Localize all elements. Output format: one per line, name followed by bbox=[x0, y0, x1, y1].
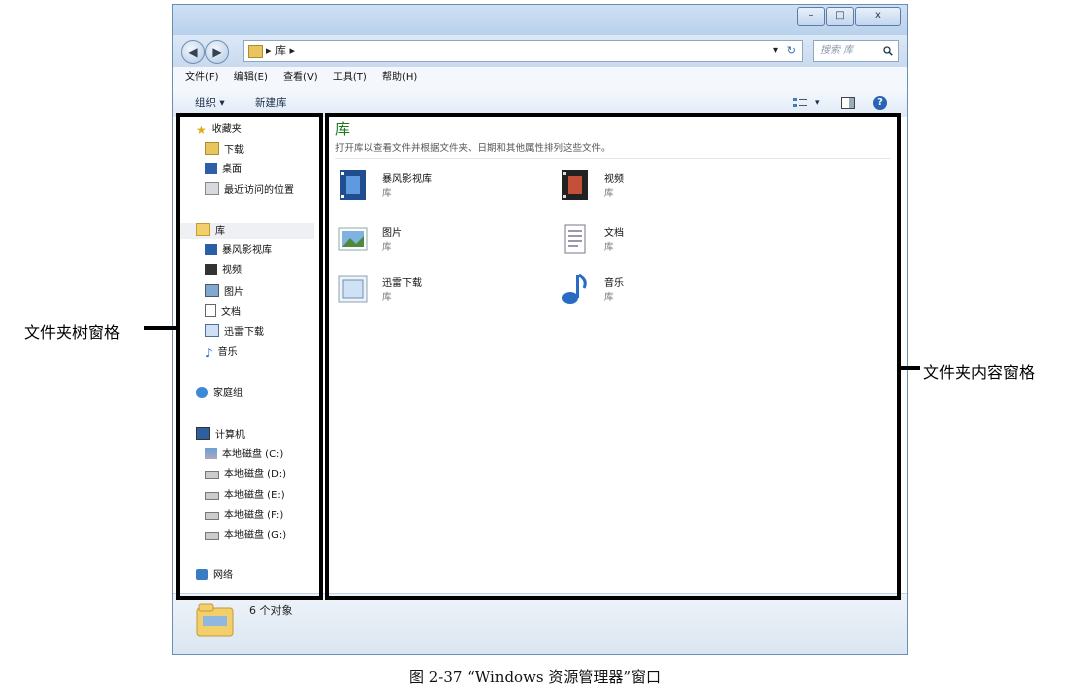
download-folder-icon bbox=[205, 324, 219, 337]
magnifier-icon[interactable] bbox=[883, 46, 893, 56]
drive-icon bbox=[205, 471, 219, 479]
menu-tools[interactable]: 工具(T) bbox=[333, 72, 367, 83]
downloads-icon bbox=[205, 142, 219, 155]
drive-icon bbox=[205, 512, 219, 520]
picture-icon bbox=[338, 227, 368, 251]
libraries-icon bbox=[196, 223, 210, 236]
title-bar: – □ x bbox=[173, 5, 907, 35]
tree-item-documents[interactable]: 文档 bbox=[205, 304, 241, 320]
search-placeholder: 搜索 库 bbox=[820, 45, 854, 56]
video-library-icon bbox=[340, 170, 366, 200]
tree-item-computer[interactable]: 计算机 bbox=[196, 427, 245, 443]
download-folder-icon bbox=[338, 275, 368, 303]
minimize-button[interactable]: – bbox=[797, 7, 825, 26]
tree-item-pictures[interactable]: 图片 bbox=[205, 284, 244, 300]
network-icon bbox=[196, 569, 208, 580]
address-bar[interactable]: ▸ 库 ▸ ▾ ↻ bbox=[243, 40, 803, 62]
details-pane: 6 个对象 bbox=[173, 593, 907, 654]
callout-content-pane: 文件夹内容窗格 bbox=[923, 363, 1036, 382]
menu-view[interactable]: 查看(V) bbox=[283, 72, 318, 83]
library-item-pictures[interactable]: 图片 库 bbox=[336, 222, 536, 262]
address-path: ▸ 库 ▸ bbox=[266, 44, 296, 57]
view-options-icon[interactable] bbox=[793, 97, 807, 109]
figure-caption: 图 2-37 “Windows 资源管理器”窗口 bbox=[408, 668, 662, 686]
system-drive-icon bbox=[205, 448, 217, 459]
preview-pane-icon[interactable] bbox=[841, 97, 855, 109]
tree-item-homegroup[interactable]: 家庭组 bbox=[196, 386, 243, 402]
callout-tree-pane: 文件夹树窗格 bbox=[24, 323, 121, 342]
drive-icon bbox=[205, 532, 219, 540]
page-description: 打开库以查看文件并根据文件夹、日期和其他属性排列这些文件。 bbox=[335, 143, 611, 154]
library-item-video-library[interactable]: 暴风影视库 库 bbox=[336, 168, 536, 208]
divider bbox=[335, 158, 891, 159]
document-icon bbox=[205, 304, 216, 317]
tree-item-network[interactable]: 网络 bbox=[196, 568, 233, 584]
library-item-videos[interactable]: 视频 库 bbox=[558, 168, 758, 208]
callout-line-right bbox=[898, 366, 920, 370]
music-icon: ♪ bbox=[205, 346, 213, 360]
library-item-documents[interactable]: 文档 库 bbox=[558, 222, 758, 262]
navigation-bar: ◀ ▶ ▸ 库 ▸ ▾ ↻ 搜索 库 bbox=[173, 35, 907, 67]
video-icon bbox=[205, 264, 217, 275]
star-icon: ★ bbox=[196, 123, 207, 137]
libraries-folder-icon bbox=[196, 603, 234, 637]
tree-item-drive-c[interactable]: 本地磁盘 (C:) bbox=[205, 447, 283, 463]
tree-item-recent-places[interactable]: 最近访问的位置 bbox=[205, 182, 294, 198]
tree-item-music[interactable]: ♪ 音乐 bbox=[205, 345, 238, 361]
search-input[interactable]: 搜索 库 bbox=[813, 40, 899, 62]
library-item-music[interactable]: 音乐 库 bbox=[558, 272, 758, 312]
tree-item-videos[interactable]: 视频 bbox=[205, 263, 242, 279]
menu-bar: 文件(F) 编辑(E) 查看(V) 工具(T) 帮助(H) bbox=[173, 67, 907, 90]
back-button[interactable]: ◀ bbox=[181, 40, 205, 64]
help-button[interactable]: ? bbox=[873, 96, 887, 110]
address-dropdown[interactable]: ▾ bbox=[773, 41, 778, 61]
tree-item-desktop[interactable]: 桌面 bbox=[205, 162, 242, 178]
drive-icon bbox=[205, 492, 219, 500]
video-icon bbox=[562, 170, 588, 200]
status-text: 6 个对象 bbox=[249, 604, 293, 617]
tree-item-drive-e[interactable]: 本地磁盘 (E:) bbox=[205, 488, 285, 504]
page-title: 库 bbox=[335, 120, 351, 138]
tree-item-drive-g[interactable]: 本地磁盘 (G:) bbox=[205, 528, 286, 544]
video-library-icon bbox=[205, 244, 217, 255]
forward-button[interactable]: ▶ bbox=[205, 40, 229, 64]
tree-item-drive-f[interactable]: 本地磁盘 (F:) bbox=[205, 508, 283, 524]
menu-file[interactable]: 文件(F) bbox=[185, 72, 219, 83]
tree-item-video-library[interactable]: 暴风影视库 bbox=[205, 243, 272, 259]
homegroup-icon bbox=[196, 387, 208, 398]
refresh-button[interactable]: ↻ bbox=[787, 41, 796, 61]
recent-places-icon bbox=[205, 182, 219, 195]
tree-item-thunder-downloads[interactable]: 迅雷下载 bbox=[205, 324, 264, 340]
document-icon bbox=[564, 224, 586, 254]
tree-item-drive-d[interactable]: 本地磁盘 (D:) bbox=[205, 467, 286, 483]
maximize-button[interactable]: □ bbox=[826, 7, 854, 26]
callout-line-left bbox=[144, 326, 178, 330]
tree-item-libraries[interactable]: 库 bbox=[180, 223, 314, 239]
menu-edit[interactable]: 编辑(E) bbox=[234, 72, 268, 83]
close-button[interactable]: x bbox=[855, 7, 901, 26]
tree-item-favorites[interactable]: ★ 收藏夹 bbox=[196, 122, 242, 138]
tree-item-downloads[interactable]: 下载 bbox=[205, 142, 244, 158]
computer-icon bbox=[196, 427, 210, 440]
library-item-thunder-downloads[interactable]: 迅雷下载 库 bbox=[336, 272, 536, 312]
picture-icon bbox=[205, 284, 219, 297]
libraries-icon bbox=[248, 45, 263, 58]
menu-help[interactable]: 帮助(H) bbox=[382, 72, 417, 83]
desktop-icon bbox=[205, 163, 217, 174]
music-icon bbox=[562, 273, 587, 304]
